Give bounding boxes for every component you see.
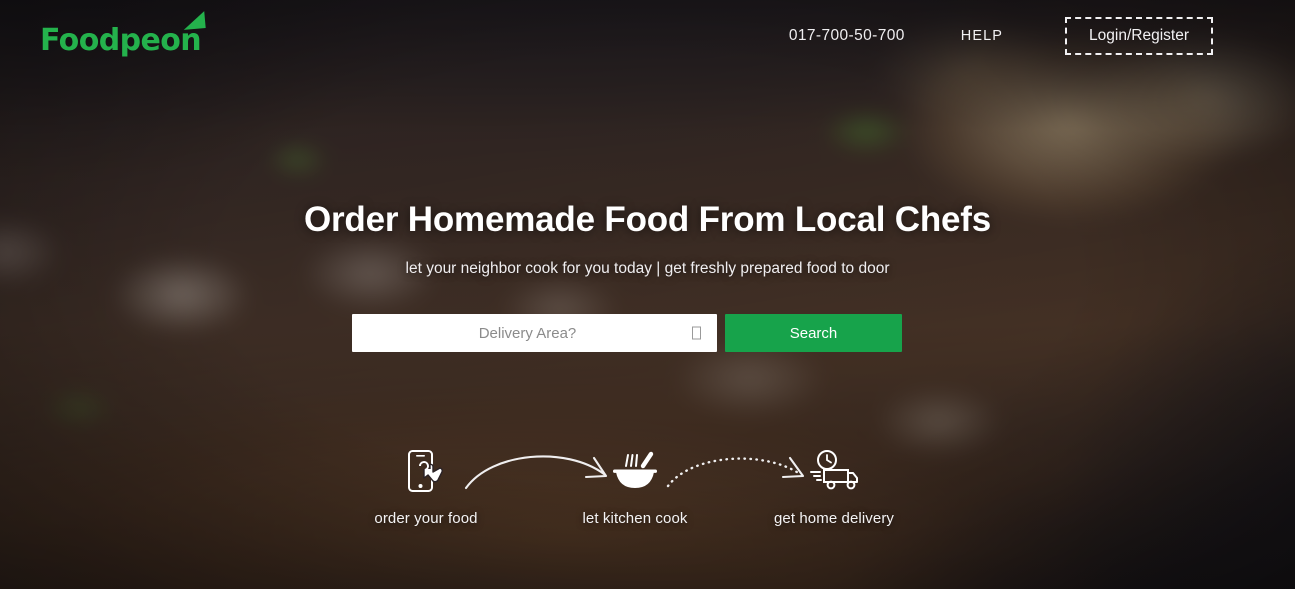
hero-subtitle: let your neighbor cook for you today | g… [405,260,890,277]
delivery-truck-clock-icon [810,450,858,490]
search-bar: Search [352,314,902,352]
step-icon-wrap [341,448,511,494]
header-phone-link[interactable]: 017-700-50-700 [789,27,905,45]
triangle-swoosh-icon [182,11,206,30]
step-icon-wrap [550,448,720,494]
login-register-button[interactable]: Login/Register [1065,17,1213,55]
search-field-wrap [352,314,717,352]
step-label: let kitchen cook [582,510,688,527]
step-get-home-delivery: get home delivery [749,448,919,527]
mobile-tap-icon [408,450,443,492]
food-bowl-icon [613,451,657,488]
step-order-your-food: order your food [341,448,511,527]
logo[interactable]: Foodpeon [40,11,206,58]
step-let-kitchen-cook: let kitchen cook [550,448,720,527]
search-button[interactable]: Search [725,314,902,352]
site-header: Foodpeon 017-700-50-700 HELP Login/Regis… [0,0,1295,72]
logo-text: Foodpeon [40,23,202,58]
header-nav: 017-700-50-700 HELP Login/Register [789,17,1213,55]
delivery-area-input[interactable] [352,314,717,352]
step-label: order your food [374,510,478,527]
how-it-works-steps: order your food let kitchen cook get hom… [0,448,1295,543]
step-icon-wrap [749,448,919,494]
hero-section: Order Homemade Food From Local Chefs let… [0,0,1295,589]
step-label: get home delivery [773,510,895,527]
header-help-link[interactable]: HELP [961,28,1003,44]
hero-title: Order Homemade Food From Local Chefs [303,200,992,239]
location-pin-icon [692,326,701,340]
landing-page: Foodpeon 017-700-50-700 HELP Login/Regis… [0,0,1295,589]
